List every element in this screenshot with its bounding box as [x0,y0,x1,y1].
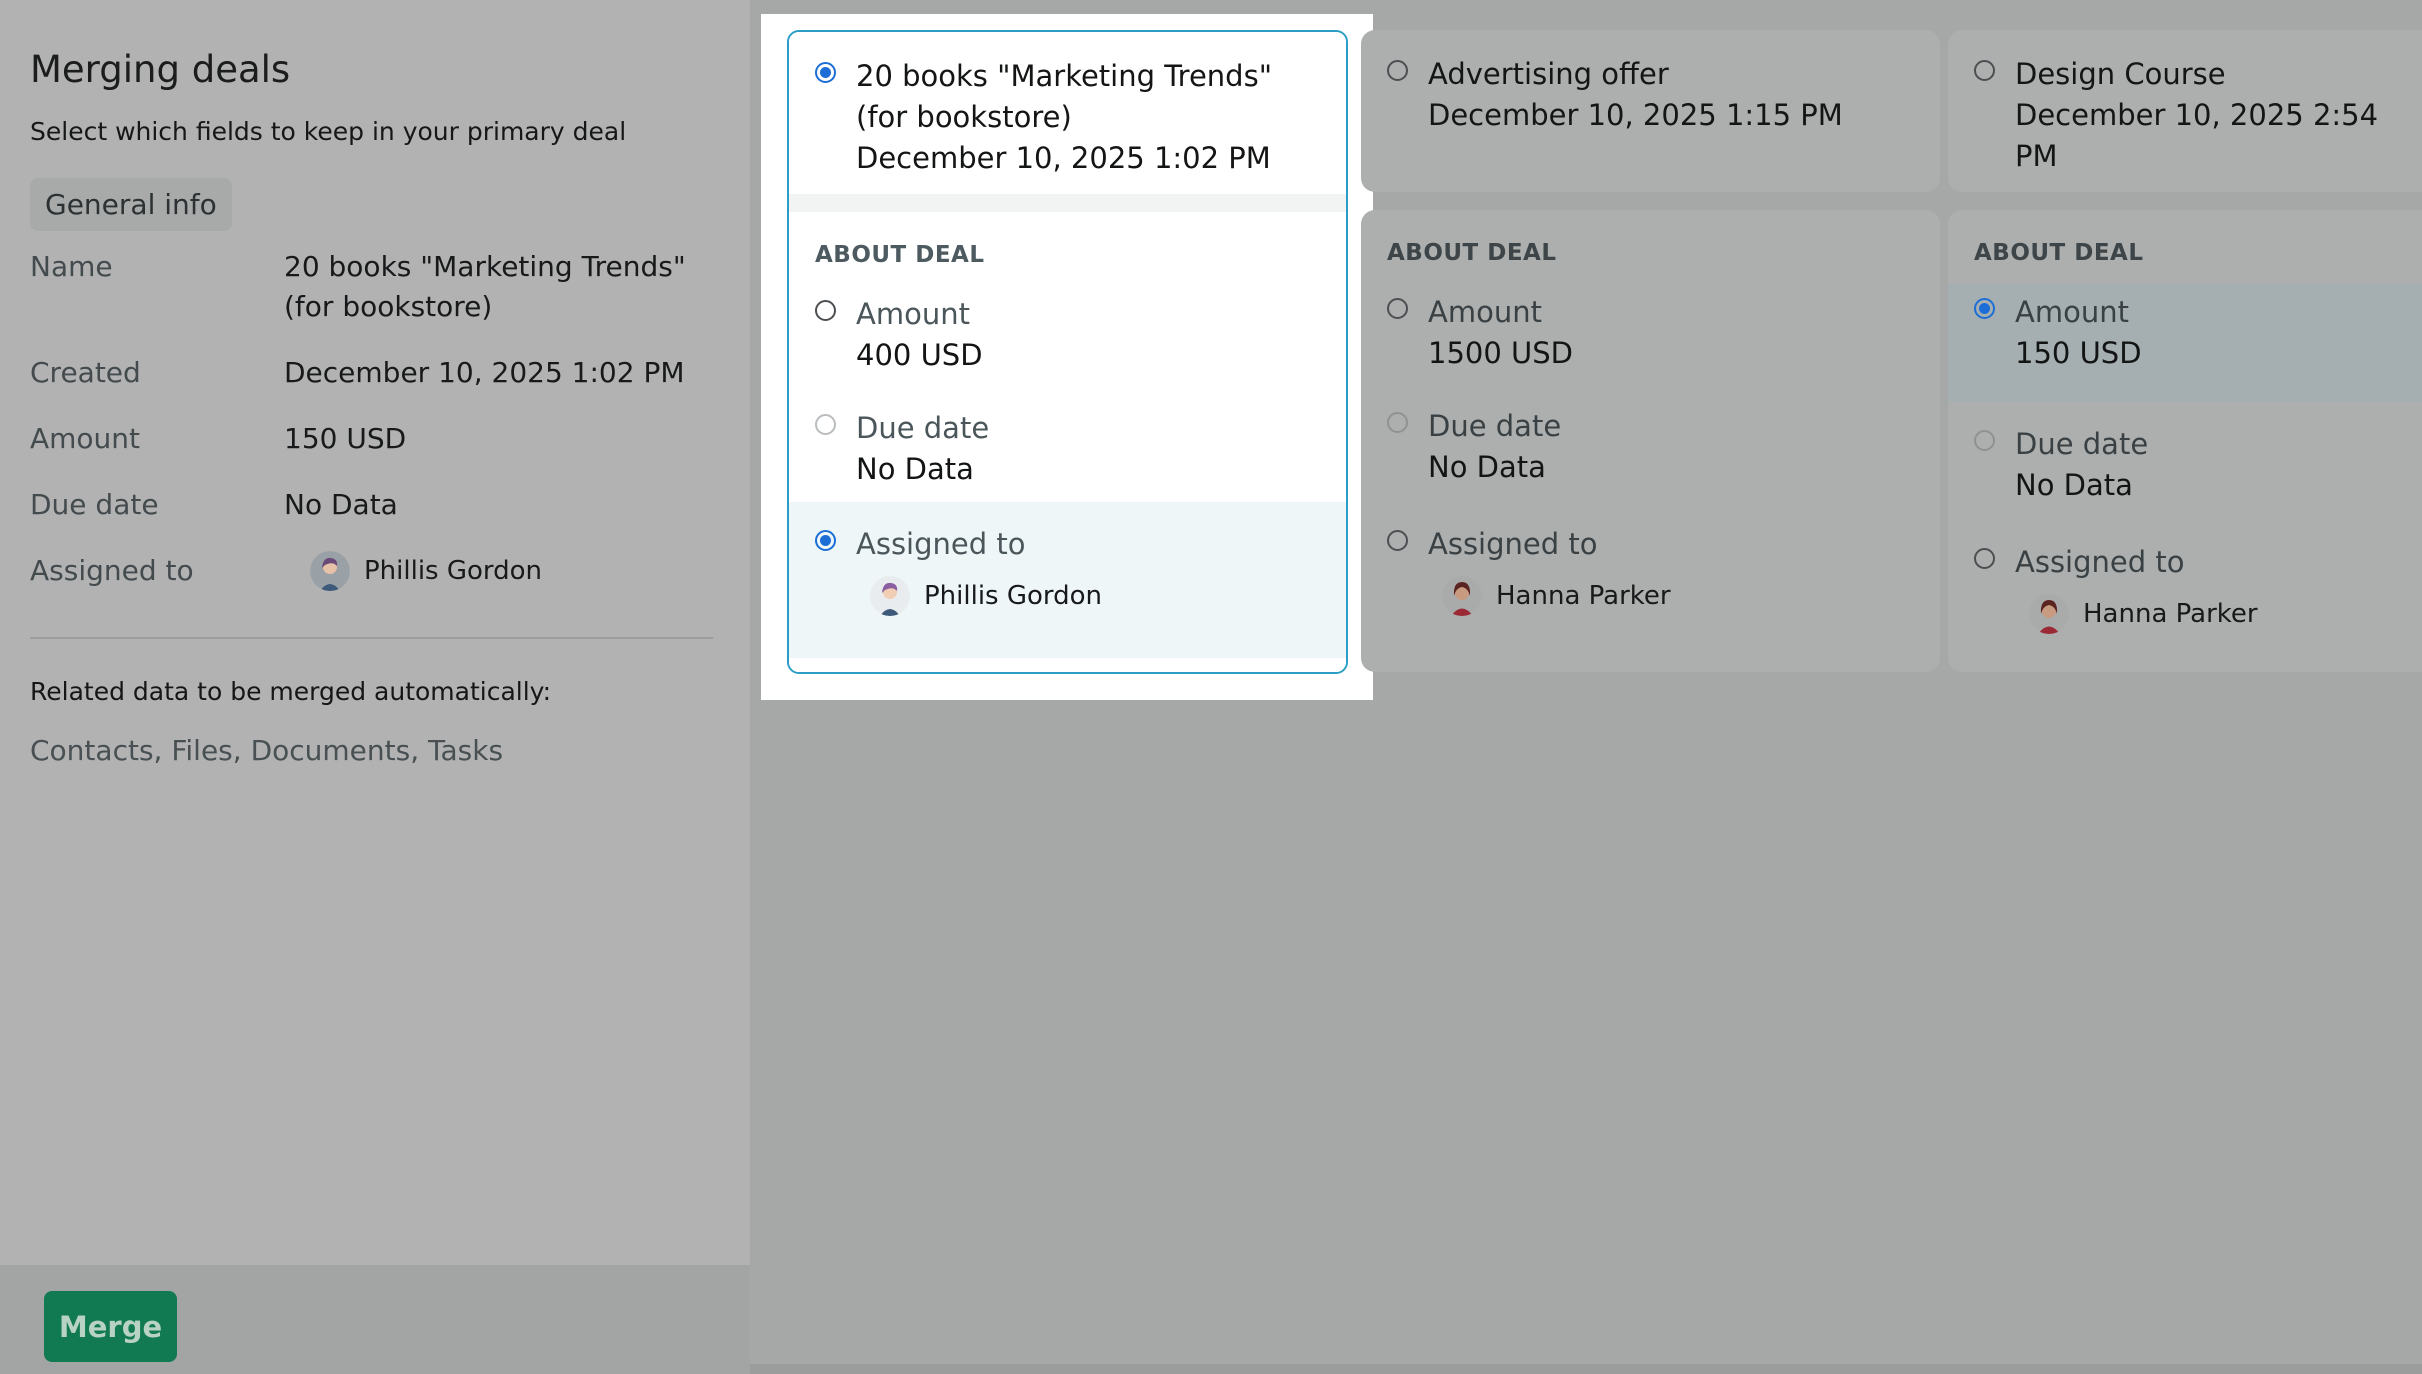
field-value: No Data [2015,468,2133,502]
field-value: 150 USD [2015,336,2142,370]
field-value: 400 USD [856,338,983,372]
assigned-to-radio[interactable] [1387,530,1408,551]
merge-summary-panel: Merging deals Select which fields to kee… [0,0,750,1265]
card-gap [789,194,1346,212]
avatar [310,551,350,591]
summary-key: Assigned to [30,554,194,587]
section-label-about-deal: ABOUT DEAL [815,242,985,268]
field-assigned-to[interactable]: Assigned to Hanna Parker [1361,502,1940,620]
footer-bar: Merge [0,1265,750,1374]
field-value: No Data [856,452,974,486]
amount-radio[interactable] [1387,298,1408,319]
deal-title: Advertising offer [1428,57,1669,91]
field-amount[interactable]: Amount 150 USD [1948,284,2422,402]
avatar [1442,576,1482,616]
deal-select-radio[interactable] [815,62,836,83]
field-label: Due date [2015,427,2149,461]
deal-title: 20 books "Marketing Trends" (for booksto… [856,59,1273,134]
assignee-name: Hanna Parker [2083,599,2258,629]
due-date-radio [1387,412,1408,433]
field-due-date: Due date No Data [1948,402,2422,520]
field-due-date: Due date No Data [1361,384,1940,502]
related-data-value: Contacts, Files, Documents, Tasks [30,734,504,767]
page-subtitle: Select which fields to keep in your prim… [30,117,627,146]
field-label: Amount [1428,295,1542,329]
avatar [870,576,910,616]
field-label: Due date [1428,409,1562,443]
summary-value: 20 books "Marketing Trends" (for booksto… [284,250,686,323]
summary-value: December 10, 2025 1:02 PM [284,356,685,389]
summary-key: Due date [30,488,159,521]
deal-column: Advertising offer December 10, 2025 1:15… [1361,30,1940,672]
field-label: Amount [856,297,970,331]
amount-radio[interactable] [1974,298,1995,319]
assignee-name: Phillis Gordon [924,581,1103,611]
amount-radio[interactable] [815,300,836,321]
related-data-label: Related data to be merged automatically: [30,677,552,706]
field-label: Due date [856,411,990,445]
summary-key: Amount [30,422,141,455]
assignee: Hanna Parker [1442,576,1671,616]
deal-column-primary[interactable]: 20 books "Marketing Trends" (for booksto… [787,30,1348,674]
deal-title: Design Course [2015,57,2226,91]
assignee-name: Phillis Gordon [364,556,543,586]
field-label: Assigned to [1428,527,1598,561]
summary-value: No Data [284,488,398,521]
assignee: Phillis Gordon [870,576,1102,616]
summary-row-due-date: Due date No Data [30,485,720,525]
horizontal-scrollbar[interactable] [750,1364,2422,1374]
summary-row-assigned-to: Assigned to Phillis Gordon [30,551,720,591]
field-assigned-to[interactable]: Assigned to Hanna Parker [1948,520,2422,638]
assigned-to-radio[interactable] [815,530,836,551]
summary-row-name: Name 20 books "Marketing Trends" (for bo… [30,247,720,327]
deal-card-body: ABOUT DEAL Amount 400 USD Due date No Da… [789,212,1346,672]
summary-key: Name [30,250,113,283]
field-amount[interactable]: Amount 1500 USD [1361,266,1940,384]
field-value: 1500 USD [1428,336,1573,370]
section-label-about-deal: ABOUT DEAL [1974,240,2144,266]
deal-created-date: December 10, 2025 1:15 PM [1428,98,1843,132]
deal-select-radio[interactable] [1974,60,1995,81]
field-assigned-to[interactable]: Assigned to Phillis Gordon [789,502,1346,658]
field-value: No Data [1428,450,1546,484]
field-label: Assigned to [856,527,1026,561]
assigned-to-radio[interactable] [1974,548,1995,569]
section-label-about-deal: ABOUT DEAL [1387,240,1557,266]
field-due-date: Due date No Data [789,386,1346,502]
deal-column: Design Course December 10, 2025 2:54 PM … [1948,30,2422,672]
deal-select-radio[interactable] [1387,60,1408,81]
summary-row-created: Created December 10, 2025 1:02 PM [30,353,720,393]
merge-button[interactable]: Merge [44,1291,177,1362]
summary-key: Created [30,356,141,389]
assignee: Hanna Parker [2029,594,2258,634]
assignee-name: Hanna Parker [1496,581,1671,611]
summary-value: 150 USD [284,422,407,455]
deal-card-header[interactable]: Advertising offer December 10, 2025 1:15… [1361,30,1940,192]
summary-fields: Name 20 books "Marketing Trends" (for bo… [30,247,720,591]
field-label: Assigned to [2015,545,2185,579]
deal-created-date: December 10, 2025 1:02 PM [856,141,1271,175]
deal-card-body: ABOUT DEAL Amount 150 USD Due date No Da… [1948,210,2422,672]
divider [30,637,713,639]
due-date-radio [1974,430,1995,451]
due-date-radio [815,414,836,435]
deal-card-header[interactable]: 20 books "Marketing Trends" (for booksto… [789,32,1346,194]
avatar [2029,594,2069,634]
section-chip-general-info: General info [30,178,232,231]
field-amount[interactable]: Amount 400 USD [789,268,1346,386]
summary-assignee: Phillis Gordon [284,551,720,591]
deal-created-date: December 10, 2025 2:54 PM [2015,98,2379,173]
field-label: Amount [2015,295,2129,329]
deal-card-body: ABOUT DEAL Amount 1500 USD Due date No D… [1361,210,1940,672]
summary-row-amount: Amount 150 USD [30,419,720,459]
deal-card-header[interactable]: Design Course December 10, 2025 2:54 PM [1948,30,2422,192]
page-title: Merging deals [30,48,291,91]
